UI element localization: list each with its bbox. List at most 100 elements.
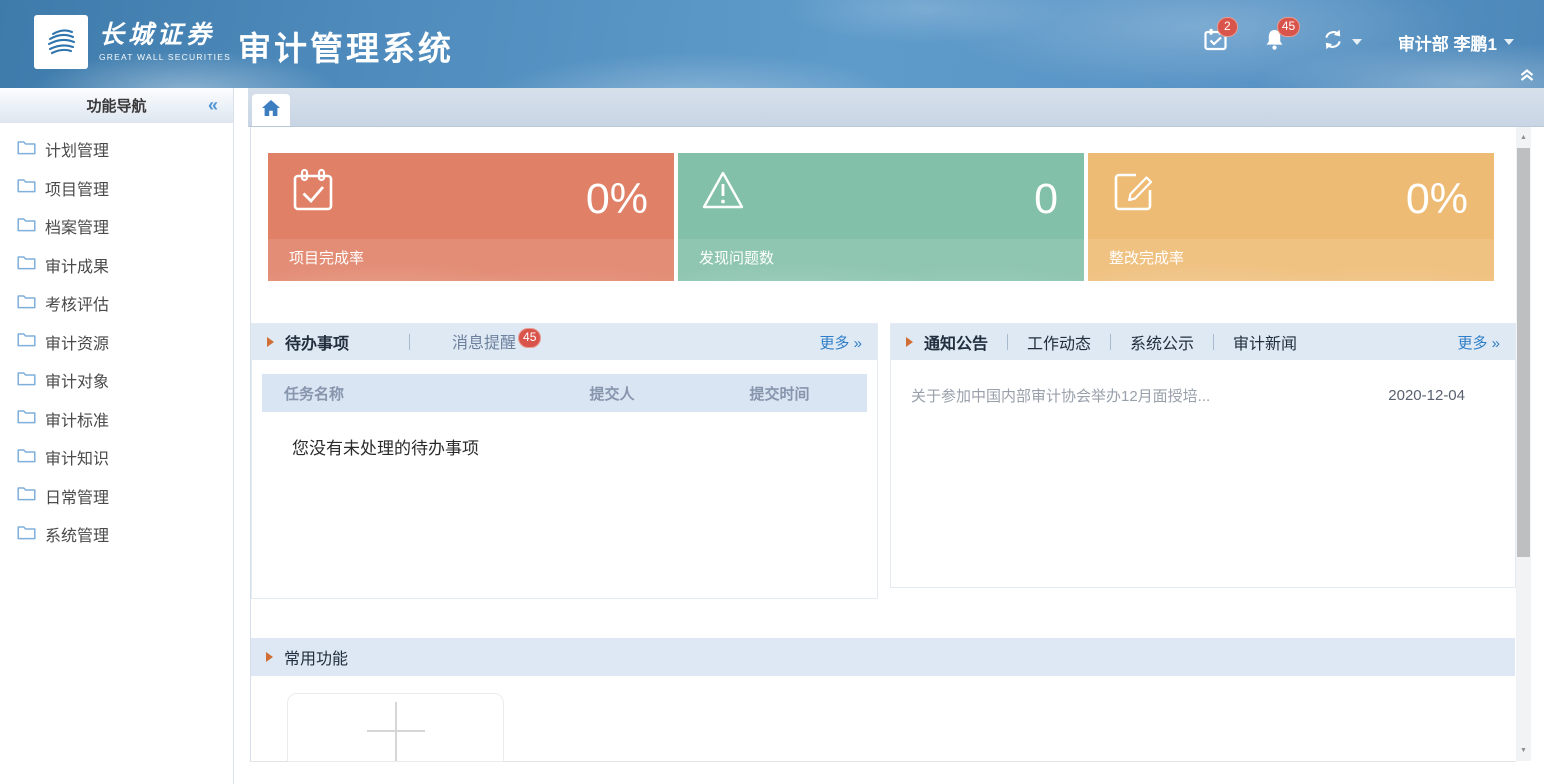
stat-card-rectification: 0% 整改完成率 (1088, 153, 1494, 281)
sidebar-item-plan-mgmt[interactable]: 计划管理 (0, 130, 233, 169)
refresh-icon (1321, 28, 1345, 56)
sidebar-item-audit-resources[interactable]: 审计资源 (0, 323, 233, 362)
stat-label: 整改完成率 (1109, 247, 1184, 268)
todo-more-link[interactable]: 更多 » (819, 332, 862, 353)
sidebar-item-label: 审计标准 (45, 407, 109, 431)
scroll-up-arrow[interactable]: ▲ (1516, 130, 1531, 144)
app-root: 长城证券 GREAT WALL SECURITIES 审计管理系统 2 (0, 0, 1544, 784)
sidebar: 功能导航 « 计划管理 项目管理 档案管理 审计成果 考核评估 (0, 88, 234, 784)
sidebar-item-audit-standards[interactable]: 审计标准 (0, 400, 233, 439)
notice-more-link[interactable]: 更多 » (1457, 332, 1500, 353)
sidebar-item-label: 项目管理 (45, 176, 109, 200)
sidebar-item-audit-objects[interactable]: 审计对象 (0, 361, 233, 400)
folder-icon (17, 485, 36, 506)
collapse-header-button[interactable] (1519, 68, 1535, 87)
double-chevron-up-icon (1519, 69, 1535, 86)
todo-panel: 待办事项 消息提醒45 更多 » 任务名称 提交人 提交时间 您没有未处理的待办… (251, 323, 878, 599)
brand: 长城证券 GREAT WALL SECURITIES (34, 15, 231, 69)
brand-name: 长城证券 (99, 22, 231, 50)
tab-audit-news[interactable]: 审计新闻 (1233, 330, 1297, 354)
notifications-badge: 45 (1277, 17, 1300, 37)
stat-value: 0% (1406, 175, 1468, 224)
news-title: 关于参加中国内部审计协会举办12月面授培... (911, 385, 1368, 406)
stat-card-issues-found: 0 发现问题数 (678, 153, 1084, 281)
sidebar-item-daily-mgmt[interactable]: 日常管理 (0, 477, 233, 516)
header-actions: 2 45 (1204, 28, 1514, 56)
sidebar-item-label: 审计成果 (45, 253, 109, 277)
folder-icon (17, 139, 36, 160)
sidebar-collapse-button[interactable]: « (208, 96, 218, 114)
divider (1110, 334, 1111, 350)
folder-icon (17, 370, 36, 391)
folder-icon (17, 254, 36, 275)
column-submitter: 提交人 (532, 383, 692, 404)
triangle-marker-icon (267, 337, 274, 347)
tab-system-announcements[interactable]: 系统公示 (1130, 330, 1194, 354)
triangle-marker-icon (906, 337, 913, 347)
vertical-scrollbar[interactable]: ▲ ▼ (1516, 127, 1531, 761)
divider (1213, 334, 1214, 350)
todo-table-header: 任务名称 提交人 提交时间 (262, 374, 867, 412)
tab-work-updates[interactable]: 工作动态 (1027, 330, 1091, 354)
stat-label: 发现问题数 (699, 247, 774, 268)
sidebar-item-label: 系统管理 (45, 522, 109, 546)
sidebar-item-label: 审计资源 (45, 330, 109, 354)
sidebar-item-system-mgmt[interactable]: 系统管理 (0, 515, 233, 554)
sidebar-item-assessment[interactable]: 考核评估 (0, 284, 233, 323)
sidebar-header: 功能导航 « (0, 88, 233, 123)
shortcuts-header: 常用功能 (251, 638, 1515, 676)
news-item[interactable]: 关于参加中国内部审计协会举办12月面授培... 2020-12-04 (891, 360, 1515, 406)
user-menu[interactable]: 审计部 李鹏1 (1398, 30, 1514, 55)
stat-card-project-completion: 0% 项目完成率 (268, 153, 674, 281)
column-task-name: 任务名称 (262, 383, 532, 404)
sidebar-item-label: 考核评估 (45, 291, 109, 315)
stat-value: 0 (1034, 175, 1058, 224)
sidebar-item-audit-results[interactable]: 审计成果 (0, 246, 233, 285)
sidebar-item-label: 档案管理 (45, 214, 109, 238)
folder-icon (17, 293, 36, 314)
tab-bar (248, 88, 1544, 127)
add-shortcut-button[interactable] (287, 693, 504, 762)
sidebar-item-label: 日常管理 (45, 484, 109, 508)
home-icon (261, 99, 281, 122)
folder-icon (17, 408, 36, 429)
stat-label: 项目完成率 (289, 247, 364, 268)
tab-notices[interactable]: 通知公告 (924, 330, 988, 354)
notice-panel-header: 通知公告 工作动态 系统公示 审计新闻 更多 » (891, 324, 1515, 360)
triangle-marker-icon (266, 652, 273, 662)
folder-icon (17, 447, 36, 468)
refresh-button[interactable] (1321, 28, 1362, 56)
stat-cards: 0% 项目完成率 0 发现问题数 (268, 153, 1494, 281)
app-header: 长城证券 GREAT WALL SECURITIES 审计管理系统 2 (0, 0, 1544, 88)
messages-badge: 45 (518, 328, 541, 348)
folder-icon (17, 524, 36, 545)
sidebar-item-label: 审计对象 (45, 368, 109, 392)
scroll-down-arrow[interactable]: ▼ (1516, 743, 1531, 757)
divider (409, 334, 410, 350)
sidebar-title: 功能导航 (86, 95, 146, 116)
sidebar-item-label: 审计知识 (45, 445, 109, 469)
shortcuts-title: 常用功能 (284, 645, 348, 669)
sidebar-nav: 计划管理 项目管理 档案管理 审计成果 考核评估 审计资源 (0, 123, 233, 554)
folder-icon (17, 331, 36, 352)
tab-message-reminders[interactable]: 消息提醒45 (452, 329, 541, 355)
notifications-button[interactable]: 45 (1264, 28, 1285, 56)
tab-todo-items[interactable]: 待办事项 (285, 330, 349, 354)
sidebar-item-label: 计划管理 (45, 137, 109, 161)
brand-name-en: GREAT WALL SECURITIES (99, 52, 231, 62)
stat-value: 0% (586, 175, 648, 224)
sidebar-item-archive-mgmt[interactable]: 档案管理 (0, 207, 233, 246)
edit-square-icon (1110, 168, 1156, 217)
scrollbar-thumb[interactable] (1517, 148, 1530, 557)
column-submit-time: 提交时间 (692, 383, 867, 404)
todo-panel-header: 待办事项 消息提醒45 更多 » (252, 324, 877, 360)
sidebar-item-audit-knowledge[interactable]: 审计知识 (0, 438, 233, 477)
divider (1007, 334, 1008, 350)
user-name: 审计部 李鹏1 (1398, 30, 1497, 55)
sidebar-item-project-mgmt[interactable]: 项目管理 (0, 169, 233, 208)
todo-button[interactable]: 2 (1204, 28, 1228, 56)
calendar-check-icon (290, 168, 336, 217)
chevron-down-icon (1352, 39, 1362, 45)
plus-icon (288, 694, 503, 761)
tab-home[interactable] (252, 94, 290, 126)
